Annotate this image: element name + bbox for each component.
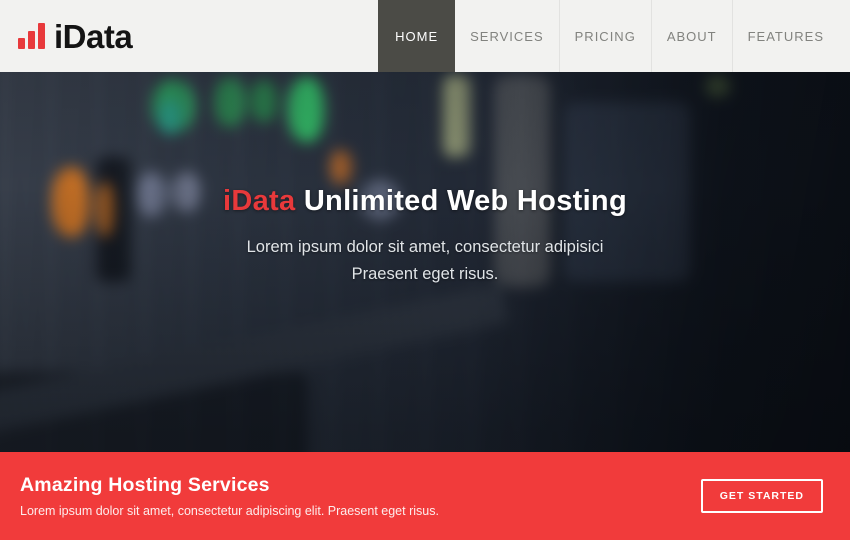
nav-item-home[interactable]: HOME — [378, 0, 455, 72]
page: iData HOME SERVICES PRICING ABOUT FEATUR… — [0, 0, 850, 540]
get-started-button[interactable]: GET STARTED — [701, 479, 823, 513]
hero-subtitle-line2: Praesent eget risus. — [352, 265, 499, 283]
logo[interactable]: iData — [18, 0, 132, 72]
hero-subtitle: Lorem ipsum dolor sit amet, consectetur … — [0, 234, 850, 288]
cta-text-block: Amazing Hosting Services Lorem ipsum dol… — [20, 474, 439, 518]
hero-title: iData Unlimited Web Hosting — [0, 185, 850, 218]
hero-title-accent: iData — [223, 185, 295, 217]
hero-title-rest: Unlimited Web Hosting — [304, 185, 627, 217]
nav-item-about[interactable]: ABOUT — [651, 0, 732, 72]
nav-item-features[interactable]: FEATURES — [732, 0, 850, 72]
hero-subtitle-line1: Lorem ipsum dolor sit amet, consectetur … — [247, 238, 604, 256]
hero-content: iData Unlimited Web Hosting Lorem ipsum … — [0, 72, 850, 288]
hero-section: iData Unlimited Web Hosting Lorem ipsum … — [0, 72, 850, 452]
banner-heading: Amazing Hosting Services — [20, 474, 439, 497]
bar-chart-icon — [18, 23, 45, 49]
logo-text: iData — [54, 20, 132, 53]
main-nav: HOME SERVICES PRICING ABOUT FEATURES — [378, 0, 850, 72]
nav-item-pricing[interactable]: PRICING — [559, 0, 651, 72]
header: iData HOME SERVICES PRICING ABOUT FEATUR… — [0, 0, 850, 72]
cta-banner: Amazing Hosting Services Lorem ipsum dol… — [0, 452, 850, 540]
nav-item-services[interactable]: SERVICES — [455, 0, 559, 72]
banner-text: Lorem ipsum dolor sit amet, consectetur … — [20, 504, 439, 518]
